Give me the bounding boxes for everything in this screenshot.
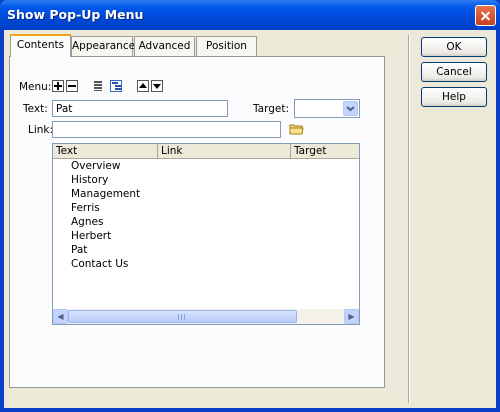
tab-appearance[interactable]: Appearance xyxy=(71,36,136,56)
menu-label: Menu: xyxy=(19,81,52,93)
close-icon[interactable] xyxy=(475,5,496,26)
menu-items-list[interactable]: Text Link Target Overview History Manage… xyxy=(52,143,360,325)
remove-item-icon[interactable] xyxy=(66,80,78,92)
cancel-button[interactable]: Cancel xyxy=(421,62,487,82)
target-label: Target: xyxy=(253,103,290,115)
tab-contents[interactable]: Contents xyxy=(10,34,71,57)
window-title: Show Pop-Up Menu xyxy=(7,7,144,22)
vertical-divider xyxy=(408,35,409,403)
tab-position-label: Position xyxy=(206,40,247,52)
outdent-item-icon[interactable] xyxy=(93,80,105,92)
target-select[interactable] xyxy=(294,99,360,118)
horizontal-scrollbar[interactable]: ◀ ▶ xyxy=(53,309,359,324)
list-item[interactable]: Management xyxy=(71,188,140,200)
column-header-link[interactable]: Link xyxy=(158,144,291,158)
move-up-icon[interactable] xyxy=(137,80,149,92)
column-header-text[interactable]: Text xyxy=(53,144,158,158)
folder-icon[interactable] xyxy=(289,122,304,135)
list-item[interactable]: Contact Us xyxy=(71,258,128,270)
scroll-left-icon[interactable]: ◀ xyxy=(53,309,68,324)
list-item[interactable]: Ferris xyxy=(71,202,100,214)
title-bar[interactable]: Show Pop-Up Menu xyxy=(0,0,500,30)
tab-advanced[interactable]: Advanced xyxy=(134,36,195,56)
chevron-down-icon[interactable] xyxy=(343,101,358,116)
ok-button[interactable]: OK xyxy=(421,37,487,57)
tab-contents-label: Contents xyxy=(16,39,65,51)
list-item[interactable]: Pat xyxy=(71,244,87,256)
add-item-icon[interactable] xyxy=(52,80,64,92)
tab-appearance-label: Appearance xyxy=(72,40,136,52)
text-label: Text: xyxy=(23,103,48,115)
scroll-right-icon[interactable]: ▶ xyxy=(344,309,359,324)
indent-item-icon[interactable] xyxy=(110,80,122,92)
help-button[interactable]: Help xyxy=(421,87,487,107)
list-item[interactable]: Agnes xyxy=(71,216,103,228)
move-down-icon[interactable] xyxy=(151,80,163,92)
column-header-target[interactable]: Target xyxy=(291,144,359,158)
tab-advanced-label: Advanced xyxy=(138,40,191,52)
list-header: Text Link Target xyxy=(53,144,359,159)
link-label: Link: xyxy=(28,124,54,136)
list-item[interactable]: Overview xyxy=(71,160,120,172)
link-input[interactable] xyxy=(52,121,281,138)
list-item[interactable]: History xyxy=(71,174,108,186)
scrollbar-thumb[interactable] xyxy=(68,310,297,323)
text-input[interactable] xyxy=(52,100,228,117)
tab-position[interactable]: Position xyxy=(196,36,257,56)
list-item[interactable]: Herbert xyxy=(71,230,111,242)
